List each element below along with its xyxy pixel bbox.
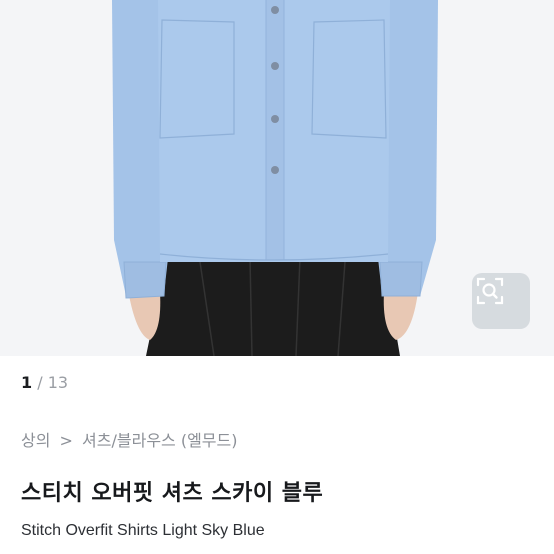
- product-detail-page: 1 / 13 상의 > 셔츠/블라우스 (엘무드) 스티치 오버핏 셔츠 스카이…: [0, 0, 554, 554]
- zoom-search-icon: [476, 277, 504, 305]
- zoom-button[interactable]: [472, 273, 530, 329]
- product-image[interactable]: [0, 0, 554, 356]
- product-photo: [0, 0, 554, 356]
- breadcrumb-separator: >: [59, 431, 73, 450]
- product-subtitle: Stitch Overfit Shirts Light Sky Blue: [21, 522, 265, 539]
- pager-current: 1: [21, 373, 33, 392]
- pager-total: 13: [47, 373, 69, 392]
- breadcrumb-subcategory[interactable]: 셔츠/블라우스 (엘무드): [82, 431, 237, 450]
- image-pager: 1 / 13: [21, 371, 68, 395]
- product-title: 스티치 오버핏 셔츠 스카이 블루: [21, 481, 324, 506]
- breadcrumb: 상의 > 셔츠/블라우스 (엘무드): [21, 428, 238, 454]
- pager-separator: /: [32, 373, 48, 392]
- breadcrumb-category[interactable]: 상의: [21, 431, 50, 450]
